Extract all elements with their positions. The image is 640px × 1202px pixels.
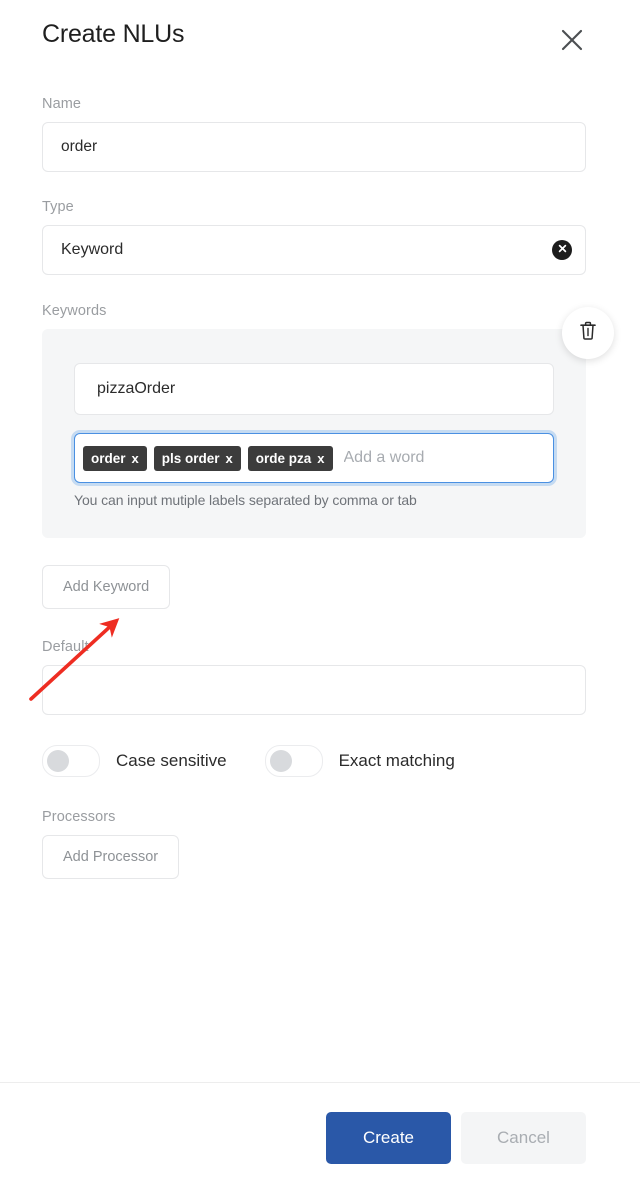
- type-select[interactable]: Keyword: [42, 225, 586, 275]
- delete-keyword-group-button[interactable]: [562, 307, 614, 359]
- tag-chip[interactable]: order x: [83, 445, 147, 471]
- create-button[interactable]: Create: [326, 1112, 451, 1164]
- toggle-row: Case sensitive Exact matching: [42, 745, 640, 777]
- name-label: Name: [42, 96, 82, 112]
- clear-circle-icon: [557, 241, 568, 259]
- keyword-tag-input[interactable]: order x pls order x orde pza x: [74, 433, 555, 483]
- tag-remove-icon[interactable]: x: [226, 451, 233, 466]
- exact-matching-label: Exact matching: [338, 751, 455, 770]
- close-button[interactable]: [556, 24, 588, 56]
- type-label: Type: [42, 199, 74, 215]
- type-clear-button[interactable]: [552, 240, 572, 260]
- toggle-knob: [47, 750, 69, 772]
- form-body: Name Type Keyword Keywords order x: [0, 78, 640, 879]
- tag-chip[interactable]: pls order x: [153, 445, 241, 471]
- dialog-header: Create NLUs: [0, 0, 640, 78]
- case-sensitive-label: Case sensitive: [116, 751, 227, 770]
- default-input[interactable]: [42, 665, 586, 715]
- page-title: Create NLUs: [42, 20, 185, 48]
- default-label: Default: [42, 639, 89, 655]
- keyword-hint-text: You can input mutiple labels separated b…: [74, 492, 417, 508]
- add-word-input[interactable]: [339, 438, 555, 478]
- tag-label: pls order: [161, 450, 220, 466]
- trash-icon: [578, 320, 598, 346]
- exact-matching-toggle[interactable]: [264, 745, 323, 777]
- keyword-group-panel: order x pls order x orde pza x You can i…: [42, 329, 586, 538]
- dialog-footer: Create Cancel: [0, 1082, 640, 1202]
- case-sensitive-toggle[interactable]: [42, 745, 100, 777]
- tag-chip[interactable]: orde pza x: [247, 445, 333, 471]
- keyword-name-input[interactable]: [74, 363, 554, 415]
- keywords-label: Keywords: [42, 303, 107, 319]
- type-select-wrap: Keyword: [42, 225, 586, 275]
- add-processor-button[interactable]: Add Processor: [42, 835, 180, 879]
- tag-label: orde pza: [255, 450, 312, 466]
- tag-remove-icon[interactable]: x: [132, 451, 139, 466]
- type-select-value: Keyword: [61, 241, 124, 258]
- processors-label: Processors: [42, 809, 116, 825]
- name-input[interactable]: [42, 122, 586, 172]
- footer-actions: Create Cancel: [326, 1112, 586, 1164]
- tag-remove-icon[interactable]: x: [317, 451, 324, 466]
- close-icon: [559, 27, 585, 53]
- cancel-button[interactable]: Cancel: [461, 1112, 586, 1164]
- toggle-knob: [269, 750, 292, 772]
- add-keyword-button[interactable]: Add Keyword: [42, 565, 171, 609]
- tag-label: order: [91, 450, 126, 466]
- keywords-panel-wrap: order x pls order x orde pza x You can i…: [42, 307, 614, 538]
